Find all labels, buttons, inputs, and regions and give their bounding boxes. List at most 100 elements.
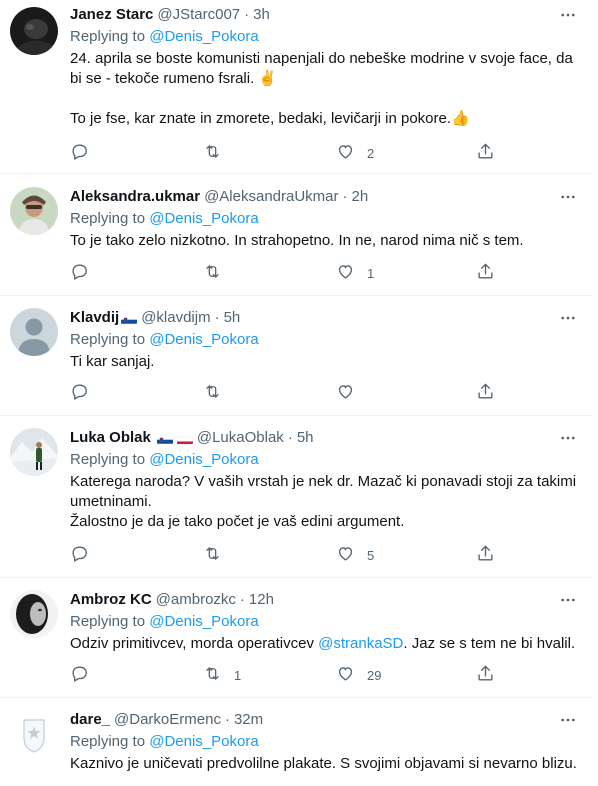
user-handle[interactable]: @klavdijm [141, 308, 210, 328]
tweet-text: To je tako zelo nizkotno. In strahopetno… [70, 231, 579, 251]
reply-mention[interactable]: @Denis_Pokora [149, 331, 258, 348]
avatar[interactable] [10, 308, 58, 356]
tweet-line: To je fse, kar znate in zmorete, bedaki,… [70, 110, 470, 127]
tweet-line: Kaznivo je uničevati predvolilne plakate… [70, 755, 577, 772]
tweet-line: umetninami. [70, 493, 152, 510]
tweet-text-end: . Jaz se s tem ne bi hvalil. [403, 635, 576, 652]
user-handle[interactable]: @LukaOblak [197, 428, 284, 448]
like-button[interactable]: 5 [336, 544, 476, 566]
reply-mention[interactable]: @Denis_Pokora [149, 733, 258, 750]
like-count: 29 [367, 667, 382, 683]
retweet-button[interactable] [203, 382, 336, 404]
avatar[interactable] [10, 428, 58, 476]
avatar[interactable] [10, 7, 58, 55]
share-icon [476, 262, 495, 284]
replying-to: Replying to @Denis_Pokora [70, 732, 579, 752]
display-name[interactable]: dare_ [70, 710, 110, 730]
more-icon[interactable] [557, 590, 579, 610]
tweet-text: Kaznivo je uničevati predvolilne plakate… [70, 754, 579, 774]
share-icon [476, 142, 495, 164]
reply-icon [70, 664, 89, 686]
more-icon[interactable] [557, 308, 579, 328]
display-name[interactable]: Ambroz KC [70, 590, 152, 610]
tweet-line: Žalostno je da je tako počet je vaš edin… [70, 513, 405, 530]
more-icon[interactable] [557, 428, 579, 448]
like-button[interactable]: 29 [336, 664, 476, 686]
tweet-line: 24. aprila se boste komunisti napenjali … [70, 50, 573, 67]
like-count: 1 [367, 265, 375, 281]
tweet[interactable]: dare_ @DarkoErmenc · 32m Replying to @De… [0, 698, 593, 786]
user-handle[interactable]: @ambrozkc [156, 590, 236, 610]
avatar[interactable] [10, 187, 58, 235]
more-icon[interactable] [557, 710, 579, 730]
reply-mention[interactable]: @Denis_Pokora [149, 451, 258, 468]
timestamp[interactable]: 5h [224, 308, 241, 328]
reply-button[interactable] [70, 544, 203, 566]
like-icon [336, 382, 355, 404]
display-name[interactable]: Aleksandra.ukmar [70, 187, 200, 207]
reply-mention[interactable]: @Denis_Pokora [149, 613, 258, 630]
timestamp[interactable]: 32m [234, 710, 263, 730]
tweet-text-start: Odziv primitivcev, morda operativcev [70, 635, 319, 652]
inline-mention[interactable]: @strankaSD [318, 635, 403, 652]
more-icon[interactable] [557, 5, 579, 25]
timestamp[interactable]: 12h [249, 590, 274, 610]
reply-mention[interactable]: @Denis_Pokora [149, 28, 258, 45]
slovenia-flag-icon [156, 433, 173, 444]
reply-mention[interactable]: @Denis_Pokora [149, 210, 258, 227]
retweet-button[interactable] [203, 544, 336, 566]
tweet[interactable]: Janez Starc @JStarc007 · 3h Replying to … [0, 0, 593, 174]
like-button[interactable]: 1 [336, 262, 476, 284]
reply-button[interactable] [70, 142, 203, 164]
more-icon[interactable] [557, 187, 579, 207]
like-button[interactable]: 2 [336, 142, 476, 164]
timestamp[interactable]: 3h [253, 5, 270, 25]
tweet-line: Odziv primitivcev, morda operativcev @st… [70, 634, 579, 654]
reply-button[interactable] [70, 262, 203, 284]
replying-to: Replying to @Denis_Pokora [70, 612, 579, 632]
retweet-button[interactable] [203, 262, 336, 284]
like-button[interactable] [336, 382, 476, 404]
display-name[interactable]: Janez Starc [70, 5, 153, 25]
tweet-line: To je tako zelo nizkotno. In strahopetno… [70, 232, 524, 249]
replying-to-label: Replying to [70, 331, 146, 348]
share-button[interactable] [476, 142, 495, 164]
tweet-actions: 1 29 [70, 664, 500, 686]
tweet[interactable]: Klavdij @klavdijm · 5h Replying to @Deni… [0, 296, 593, 416]
share-icon [476, 382, 495, 404]
tweet-actions: 2 [70, 142, 500, 164]
share-button[interactable] [476, 664, 495, 686]
reply-button[interactable] [70, 664, 203, 686]
share-button[interactable] [476, 544, 495, 566]
retweet-button[interactable]: 1 [203, 664, 336, 686]
timestamp[interactable]: 2h [352, 187, 369, 207]
tweet[interactable]: Ambroz KC @ambrozkc · 12h Replying to @D… [0, 578, 593, 698]
avatar[interactable] [10, 710, 58, 758]
reply-icon [70, 142, 89, 164]
display-name[interactable]: Klavdij [70, 308, 119, 328]
separator-dot: · [239, 591, 245, 608]
retweet-icon [203, 664, 222, 686]
timestamp[interactable]: 5h [297, 428, 314, 448]
user-handle[interactable]: @DarkoErmenc [114, 710, 221, 730]
replying-to-label: Replying to [70, 210, 146, 227]
share-button[interactable] [476, 382, 495, 404]
tweet-text: Ti kar sanjaj. [70, 352, 579, 372]
tweet-actions: 1 [70, 262, 500, 284]
like-icon [336, 142, 355, 164]
replying-to-label: Replying to [70, 451, 146, 468]
tweet[interactable]: Aleksandra.ukmar @AleksandraUkmar · 2h R… [0, 174, 593, 296]
user-handle[interactable]: @AleksandraUkmar [204, 187, 338, 207]
like-icon [336, 262, 355, 284]
share-button[interactable] [476, 262, 495, 284]
display-name[interactable]: Luka Oblak [70, 428, 151, 448]
user-handle[interactable]: @JStarc007 [157, 5, 240, 25]
like-icon [336, 544, 355, 566]
avatar[interactable] [10, 590, 58, 638]
retweet-button[interactable] [203, 142, 336, 164]
tweet[interactable]: Luka Oblak @LukaOblak · 5h Replying to @… [0, 416, 593, 578]
replying-to: Replying to @Denis_Pokora [70, 450, 579, 470]
reply-button[interactable] [70, 382, 203, 404]
retweet-count: 1 [234, 667, 242, 683]
reply-icon [70, 544, 89, 566]
